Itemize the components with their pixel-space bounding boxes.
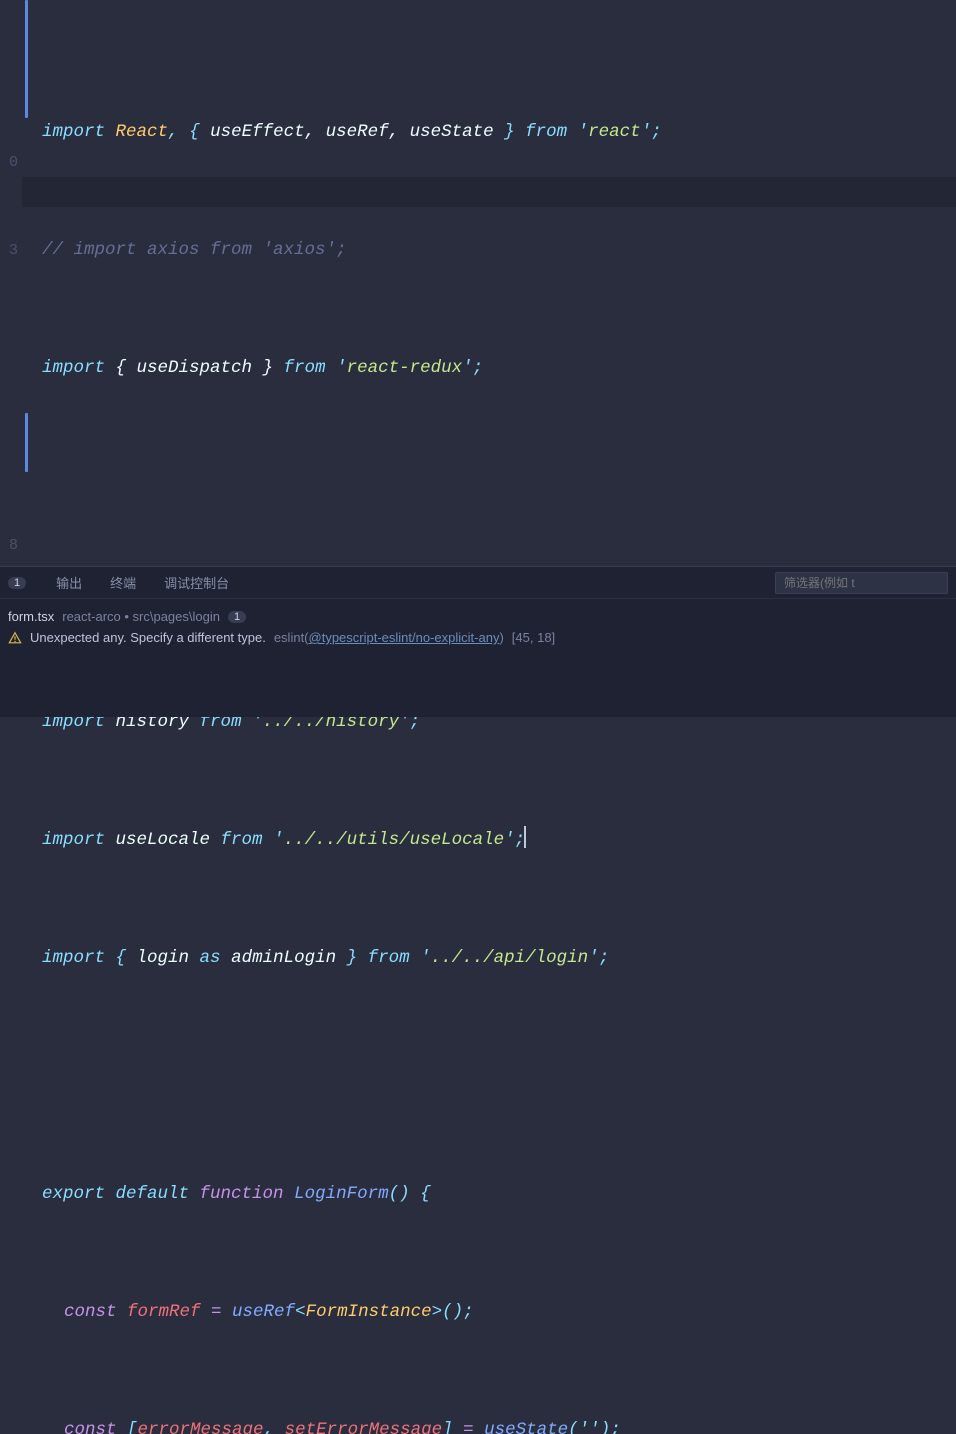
- tab-terminal[interactable]: 终端: [106, 573, 140, 592]
- problems-panel: 1 输出 终端 调试控制台 form.tsx react-arco • src\…: [0, 566, 956, 717]
- code-line[interactable]: export default function LoginForm() {: [42, 1180, 956, 1210]
- code-editor[interactable]: 0 3 8 import React, { useEffect, useRef,…: [0, 0, 956, 566]
- code-line[interactable]: import { login as adminLogin } from '../…: [42, 944, 956, 974]
- file-path-label: react-arco • src\pages\login: [62, 609, 220, 624]
- problems-body: form.tsx react-arco • src\pages\login 1 …: [0, 599, 956, 655]
- file-problem-count: 1: [228, 611, 246, 623]
- code-line[interactable]: // import axios from 'axios';: [42, 236, 956, 266]
- tab-output[interactable]: 输出: [52, 573, 86, 592]
- eslint-rule-link[interactable]: @typescript-eslint/no-explicit-any: [309, 630, 500, 645]
- problem-source: eslint(@typescript-eslint/no-explicit-an…: [274, 630, 504, 645]
- current-line-highlight: [22, 177, 956, 207]
- tab-debug-console[interactable]: 调试控制台: [160, 573, 233, 592]
- code-line[interactable]: import React, { useEffect, useRef, useSt…: [42, 118, 956, 148]
- text-cursor: [524, 826, 526, 848]
- problems-file-row[interactable]: form.tsx react-arco • src\pages\login 1: [8, 605, 948, 630]
- code-area[interactable]: import React, { useEffect, useRef, useSt…: [22, 0, 956, 566]
- problem-location: [45, 18]: [512, 630, 555, 645]
- code-line[interactable]: [42, 1062, 956, 1092]
- problems-filter-input[interactable]: [775, 572, 948, 594]
- code-line[interactable]: import { useDispatch } from 'react-redux…: [42, 354, 956, 384]
- problem-row[interactable]: Unexpected any. Specify a different type…: [8, 630, 948, 645]
- warning-icon: [8, 631, 22, 645]
- code-line[interactable]: const formRef = useRef<FormInstance>();: [42, 1298, 956, 1328]
- code-line[interactable]: [42, 472, 956, 502]
- problems-count-badge: 1: [8, 577, 26, 589]
- panel-tabs: 1 输出 终端 调试控制台: [0, 567, 956, 599]
- code-line[interactable]: const [errorMessage, setErrorMessage] = …: [42, 1416, 956, 1434]
- problem-message: Unexpected any. Specify a different type…: [30, 630, 266, 645]
- file-name-label: form.tsx: [8, 609, 54, 624]
- line-number-gutter: 0 3 8: [0, 0, 22, 566]
- code-line[interactable]: import useLocale from '../../utils/useLo…: [42, 826, 956, 856]
